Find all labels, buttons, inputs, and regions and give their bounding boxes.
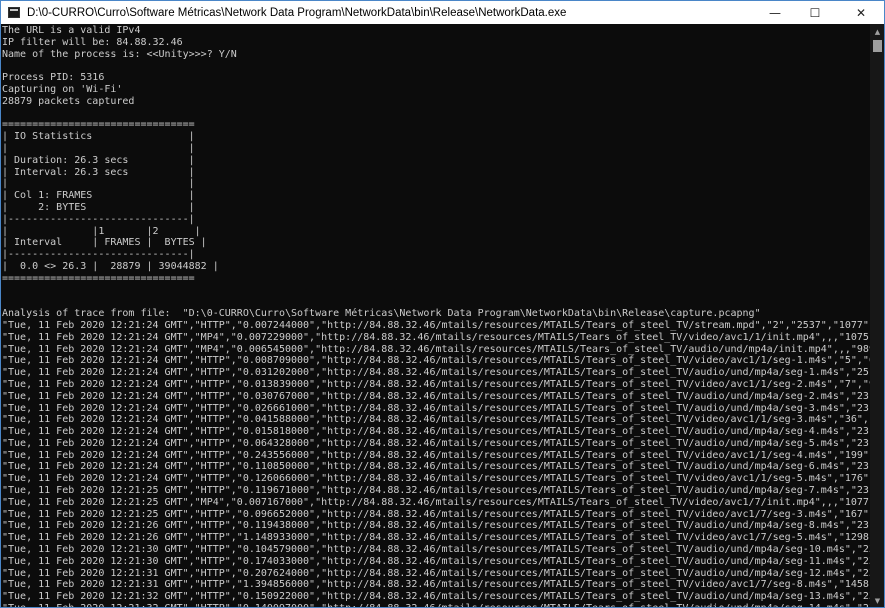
console-line: | Interval: 26.3 secs |: [2, 166, 195, 178]
console-line: ================================: [2, 272, 195, 284]
console-line: "Tue, 11 Feb 2020 12:21:30 GMT","HTTP","…: [2, 555, 870, 567]
console-line: |------------------------------|: [2, 213, 195, 225]
console-line: "Tue, 11 Feb 2020 12:21:31 GMT","HTTP","…: [2, 579, 870, 591]
console-line: "Tue, 11 Feb 2020 12:21:24 GMT","HTTP","…: [2, 355, 870, 367]
console-line: | 0.0 <> 26.3 | 28879 | 39044882 |: [2, 260, 219, 272]
console-line: "Tue, 11 Feb 2020 12:21:25 GMT","HTTP","…: [2, 508, 870, 520]
console-line: "Tue, 11 Feb 2020 12:21:24 GMT","HTTP","…: [2, 402, 870, 414]
console-line: "Tue, 11 Feb 2020 12:21:26 GMT","HTTP","…: [2, 520, 870, 532]
close-icon: ✕: [855, 5, 867, 20]
console-line: "Tue, 11 Feb 2020 12:21:24 GMT","HTTP","…: [2, 390, 870, 402]
console-line: Name of the process is: <<Unity>>>? Y/N: [2, 48, 237, 60]
console-line: "Tue, 11 Feb 2020 12:21:24 GMT","HTTP","…: [2, 319, 869, 331]
console-line: | Duration: 26.3 secs |: [2, 154, 195, 166]
console-line: "Tue, 11 Feb 2020 12:21:31 GMT","HTTP","…: [2, 567, 870, 579]
maximize-icon: ☐: [809, 5, 821, 20]
console-line: ================================: [2, 119, 195, 131]
console-line: "Tue, 11 Feb 2020 12:21:24 GMT","HTTP","…: [2, 437, 870, 449]
scroll-thumb[interactable]: [873, 40, 882, 52]
console-line: "Tue, 11 Feb 2020 12:21:24 GMT","MP4","0…: [2, 331, 870, 343]
console-line: "Tue, 11 Feb 2020 12:21:26 GMT","HTTP","…: [2, 532, 870, 544]
minimize-icon: —: [769, 5, 781, 20]
console-line: | IO Statistics |: [2, 131, 195, 143]
console-line: Analysis of trace from file: "D:\0-CURRO…: [2, 308, 761, 320]
console-line: | Interval | FRAMES | BYTES |: [2, 237, 207, 249]
console-line: | |1 |2 |: [2, 225, 201, 237]
console-line: 28879 packets captured: [2, 95, 135, 107]
scroll-up-icon[interactable]: ▲: [870, 24, 884, 39]
console-line: "Tue, 11 Feb 2020 12:21:32 GMT","HTTP","…: [2, 603, 870, 607]
window-title: D:\0-CURRO\Curro\Software Métricas\Netwo…: [27, 6, 567, 19]
console-line: "Tue, 11 Feb 2020 12:21:24 GMT","HTTP","…: [2, 426, 870, 438]
console-line: "Tue, 11 Feb 2020 12:21:30 GMT","HTTP","…: [2, 544, 870, 556]
console-line: "Tue, 11 Feb 2020 12:21:24 GMT","HTTP","…: [2, 449, 870, 461]
console-line: "Tue, 11 Feb 2020 12:21:24 GMT","HTTP","…: [2, 378, 870, 390]
console-app-icon: [8, 7, 20, 18]
console-line: | 2: BYTES |: [2, 201, 195, 213]
console-line: "Tue, 11 Feb 2020 12:21:25 GMT","MP4","0…: [2, 496, 870, 508]
console-line: Process PID: 5316: [2, 72, 105, 84]
console-line: | |: [2, 178, 195, 190]
scroll-down-icon[interactable]: ▼: [870, 593, 884, 607]
console-line: |------------------------------|: [2, 249, 195, 261]
console-window: D:\0-CURRO\Curro\Software Métricas\Netwo…: [0, 0, 885, 608]
close-button[interactable]: ✕: [838, 1, 884, 24]
console-line: | |: [2, 142, 195, 154]
console-line: "Tue, 11 Feb 2020 12:21:24 GMT","HTTP","…: [2, 461, 870, 473]
maximize-button[interactable]: ☐: [792, 1, 838, 24]
console-line: IP filter will be: 84.88.32.46: [2, 36, 183, 48]
console-output[interactable]: The URL is a valid IPv4 IP filter will be…: [1, 24, 870, 607]
console-line: "Tue, 11 Feb 2020 12:21:24 GMT","HTTP","…: [2, 414, 870, 426]
vertical-scrollbar[interactable]: ▲ ▼: [870, 24, 884, 607]
console-line: "Tue, 11 Feb 2020 12:21:24 GMT","HTTP","…: [2, 367, 870, 379]
minimize-button[interactable]: —: [758, 1, 792, 24]
console-line: "Tue, 11 Feb 2020 12:21:24 GMT","HTTP","…: [2, 473, 870, 485]
title-bar[interactable]: D:\0-CURRO\Curro\Software Métricas\Netwo…: [1, 1, 884, 24]
console-line: "Tue, 11 Feb 2020 12:21:32 GMT","HTTP","…: [2, 591, 870, 603]
console-line: "Tue, 11 Feb 2020 12:21:24 GMT","MP4","0…: [2, 343, 870, 355]
console-line: Capturing on 'Wi-Fi': [2, 83, 123, 95]
console-line: The URL is a valid IPv4: [2, 25, 141, 36]
console-line: "Tue, 11 Feb 2020 12:21:25 GMT","HTTP","…: [2, 485, 870, 497]
console-line: | Col 1: FRAMES |: [2, 190, 195, 202]
